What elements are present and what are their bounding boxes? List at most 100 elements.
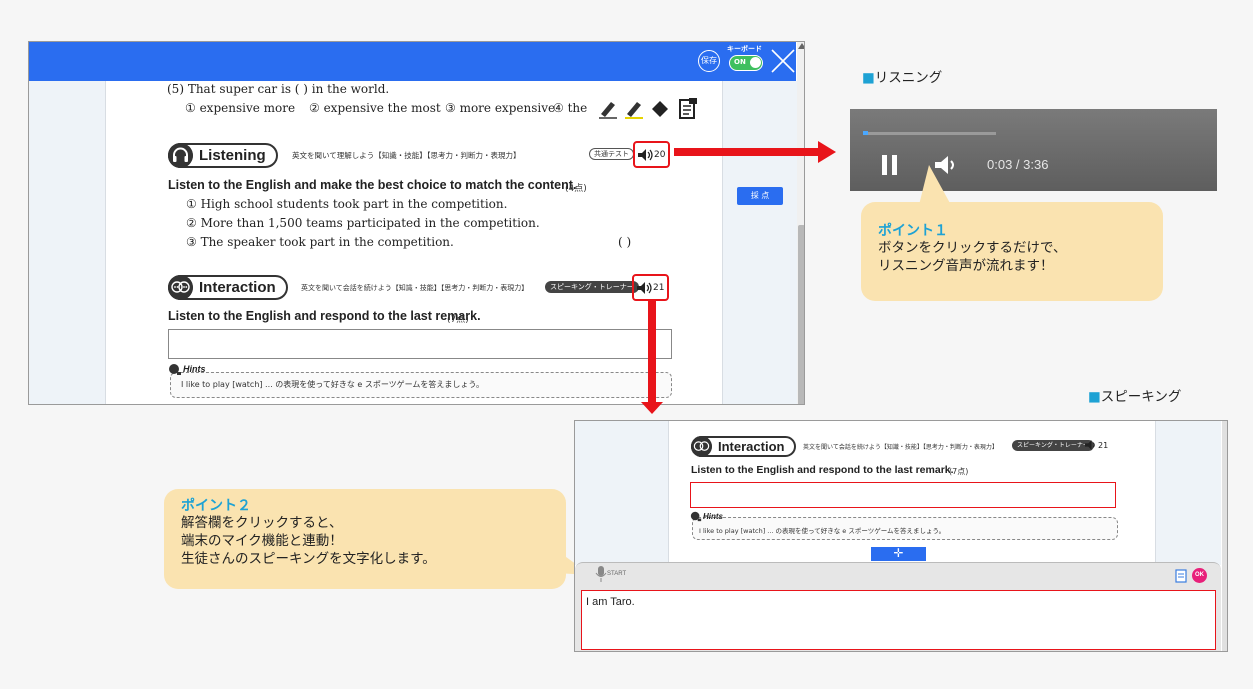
mic-start-button[interactable]: START: [595, 566, 626, 582]
interaction-subtitle: 英文を聞いて会話を続けよう【知識・技能】【思考力・判断力・表現力】: [803, 444, 998, 451]
keyboard-toggle[interactable]: ON: [729, 55, 763, 71]
transcript-text: I am Taro.: [586, 596, 635, 608]
listening-section-label: ■リスニング: [862, 66, 942, 86]
ok-button[interactable]: OK: [1192, 568, 1207, 583]
speaker-icon: [1085, 440, 1095, 450]
pause-icon[interactable]: [879, 153, 901, 177]
choice-3: ③ more expensive: [445, 101, 556, 115]
listening-title: Listening: [199, 147, 266, 164]
microphone-icon: [595, 566, 607, 582]
highlighter-icon[interactable]: [623, 98, 645, 120]
callout-2-line-2: 端末のマイク機能と連動！: [181, 533, 343, 549]
listening-choice-1: ① High school students took part in the …: [186, 197, 508, 211]
eraser-icon[interactable]: [649, 98, 671, 120]
move-handle-button[interactable]: ✛: [871, 547, 926, 561]
toggle-label: ON: [734, 58, 746, 66]
right-margin-panel: [722, 81, 797, 404]
answer-input[interactable]: [690, 482, 1116, 508]
interaction-audio-button[interactable]: 21: [632, 274, 670, 301]
score-button[interactable]: 採 点: [737, 187, 783, 205]
hint-text: I like to play [watch] ... の表現を使って好きな e …: [181, 380, 484, 389]
keyboard-label: キーボード: [727, 45, 762, 53]
common-test-badge: 共通テスト: [589, 148, 634, 160]
listening-audio-button[interactable]: 20: [633, 141, 671, 168]
left-margin-panel: [575, 421, 669, 565]
headphones-icon: [168, 143, 193, 168]
document-icon[interactable]: [1175, 569, 1187, 583]
choice-4: ④ the: [553, 101, 588, 115]
interaction-question: Listen to the English and respond to the…: [168, 309, 481, 323]
interaction-question: Listen to the English and respond to the…: [691, 464, 954, 476]
question-5-stem: (5) That super car is ( ) in the world.: [167, 82, 390, 96]
interaction-header: Interaction: [168, 275, 288, 300]
arrow-to-player: [674, 148, 820, 156]
close-icon[interactable]: [770, 48, 796, 74]
window-topbar: [29, 42, 796, 81]
listening-header: Listening: [168, 143, 278, 168]
lightbulb-icon: [690, 511, 702, 522]
listening-question: Listen to the English and make the best …: [168, 178, 577, 192]
callout-1-line-1: ボタンをクリックするだけで、: [878, 240, 1067, 256]
left-margin-panel: [29, 81, 106, 404]
toggle-knob: [750, 57, 761, 68]
hint-text: I like to play [watch] ... の表現を使って好きな e …: [699, 527, 946, 535]
speaking-trainer-badge: スピーキング・トレーナー: [1012, 440, 1094, 451]
scroll-up-icon[interactable]: [798, 43, 805, 49]
label-square: ■: [862, 70, 875, 86]
arrow-head-right-icon: [818, 141, 836, 163]
interaction-track-number: 21: [1098, 440, 1109, 450]
save-button[interactable]: 保存: [698, 50, 720, 72]
callout-1-title: ポイント１: [878, 223, 948, 239]
speaker-icon: [638, 148, 653, 161]
interaction-title: Interaction: [199, 279, 276, 296]
mic-start-label: START: [607, 571, 627, 577]
callout-2-title: ポイント２: [181, 498, 251, 514]
chat-bubbles-icon: [168, 275, 193, 300]
callout-point-2: ポイント２ 解答欄をクリックすると、 端末のマイク機能と連動！ 生徒さんのスピー…: [164, 489, 566, 589]
right-margin-panel: [1155, 421, 1221, 565]
speaking-label-text: スピーキング: [1100, 389, 1182, 405]
pen-icon[interactable]: [597, 98, 619, 120]
speaking-trainer-badge: スピーキング・トレーナー: [545, 281, 639, 293]
listening-choice-2: ② More than 1,500 teams participated in …: [186, 216, 540, 230]
exercise-window: 保存 キーボード ON (5) That super car is ( ) in…: [28, 41, 805, 405]
listening-choice-3: ③ The speaker took part in the competiti…: [186, 235, 454, 249]
arrow-to-speaking: [648, 300, 656, 404]
scrollbar-track[interactable]: [1222, 421, 1227, 651]
notes-icon[interactable]: [677, 97, 699, 121]
speaker-icon: [637, 281, 652, 294]
answer-input[interactable]: [168, 329, 672, 359]
scrollbar-thumb[interactable]: [798, 225, 804, 404]
listening-label-text: リスニング: [874, 70, 943, 86]
player-time: 0:03 / 3:36: [987, 157, 1049, 172]
callout-2-line-3: 生徒さんのスピーキングを文字化します。: [181, 551, 436, 567]
interaction-header: Interaction: [691, 436, 797, 457]
player-progress-track[interactable]: [863, 131, 1217, 135]
interaction-audio-button[interactable]: 21: [1085, 440, 1108, 450]
listening-points: (4点): [565, 184, 587, 194]
interaction-title: Interaction: [718, 439, 785, 454]
callout-pointer: [919, 165, 951, 205]
interaction-track-number: 21: [653, 282, 665, 293]
hints-label: Hints: [183, 364, 206, 374]
speaking-section-label: ■スピーキング: [1088, 385, 1181, 405]
callout-point-1: ポイント１ ボタンをクリックするだけで、 リスニング音声が流れます！: [861, 202, 1163, 301]
callout-1-line-2: リスニング音声が流れます！: [878, 258, 1054, 274]
listening-answer-blank[interactable]: ( ): [618, 235, 631, 249]
label-square: ■: [1088, 389, 1101, 405]
transcript-field[interactable]: I am Taro.: [581, 590, 1216, 650]
interaction-points: (7点): [447, 315, 469, 325]
callout-2-line-1: 解答欄をクリックすると、: [181, 515, 343, 531]
arrow-head-down-icon: [641, 402, 663, 414]
chat-bubbles-icon: [691, 436, 712, 457]
interaction-points: (7点): [949, 467, 969, 476]
speaking-window: Interaction 英文を聞いて会話を続けよう【知識・技能】【思考力・判断力…: [574, 420, 1228, 652]
lightbulb-icon: [169, 364, 181, 375]
player-progress-fill: [863, 131, 868, 135]
listening-track-number: 20: [654, 149, 666, 160]
listening-subtitle: 英文を聞いて理解しよう【知識・技能】【思考力・判断力・表現力】: [292, 151, 521, 160]
interaction-subtitle: 英文を聞いて会話を続けよう【知識・技能】【思考力・判断力・表現力】: [301, 284, 529, 292]
hints-label: Hints: [703, 512, 723, 521]
choice-1: ① expensive more: [185, 101, 296, 115]
choice-2: ② expensive the most: [309, 101, 441, 115]
